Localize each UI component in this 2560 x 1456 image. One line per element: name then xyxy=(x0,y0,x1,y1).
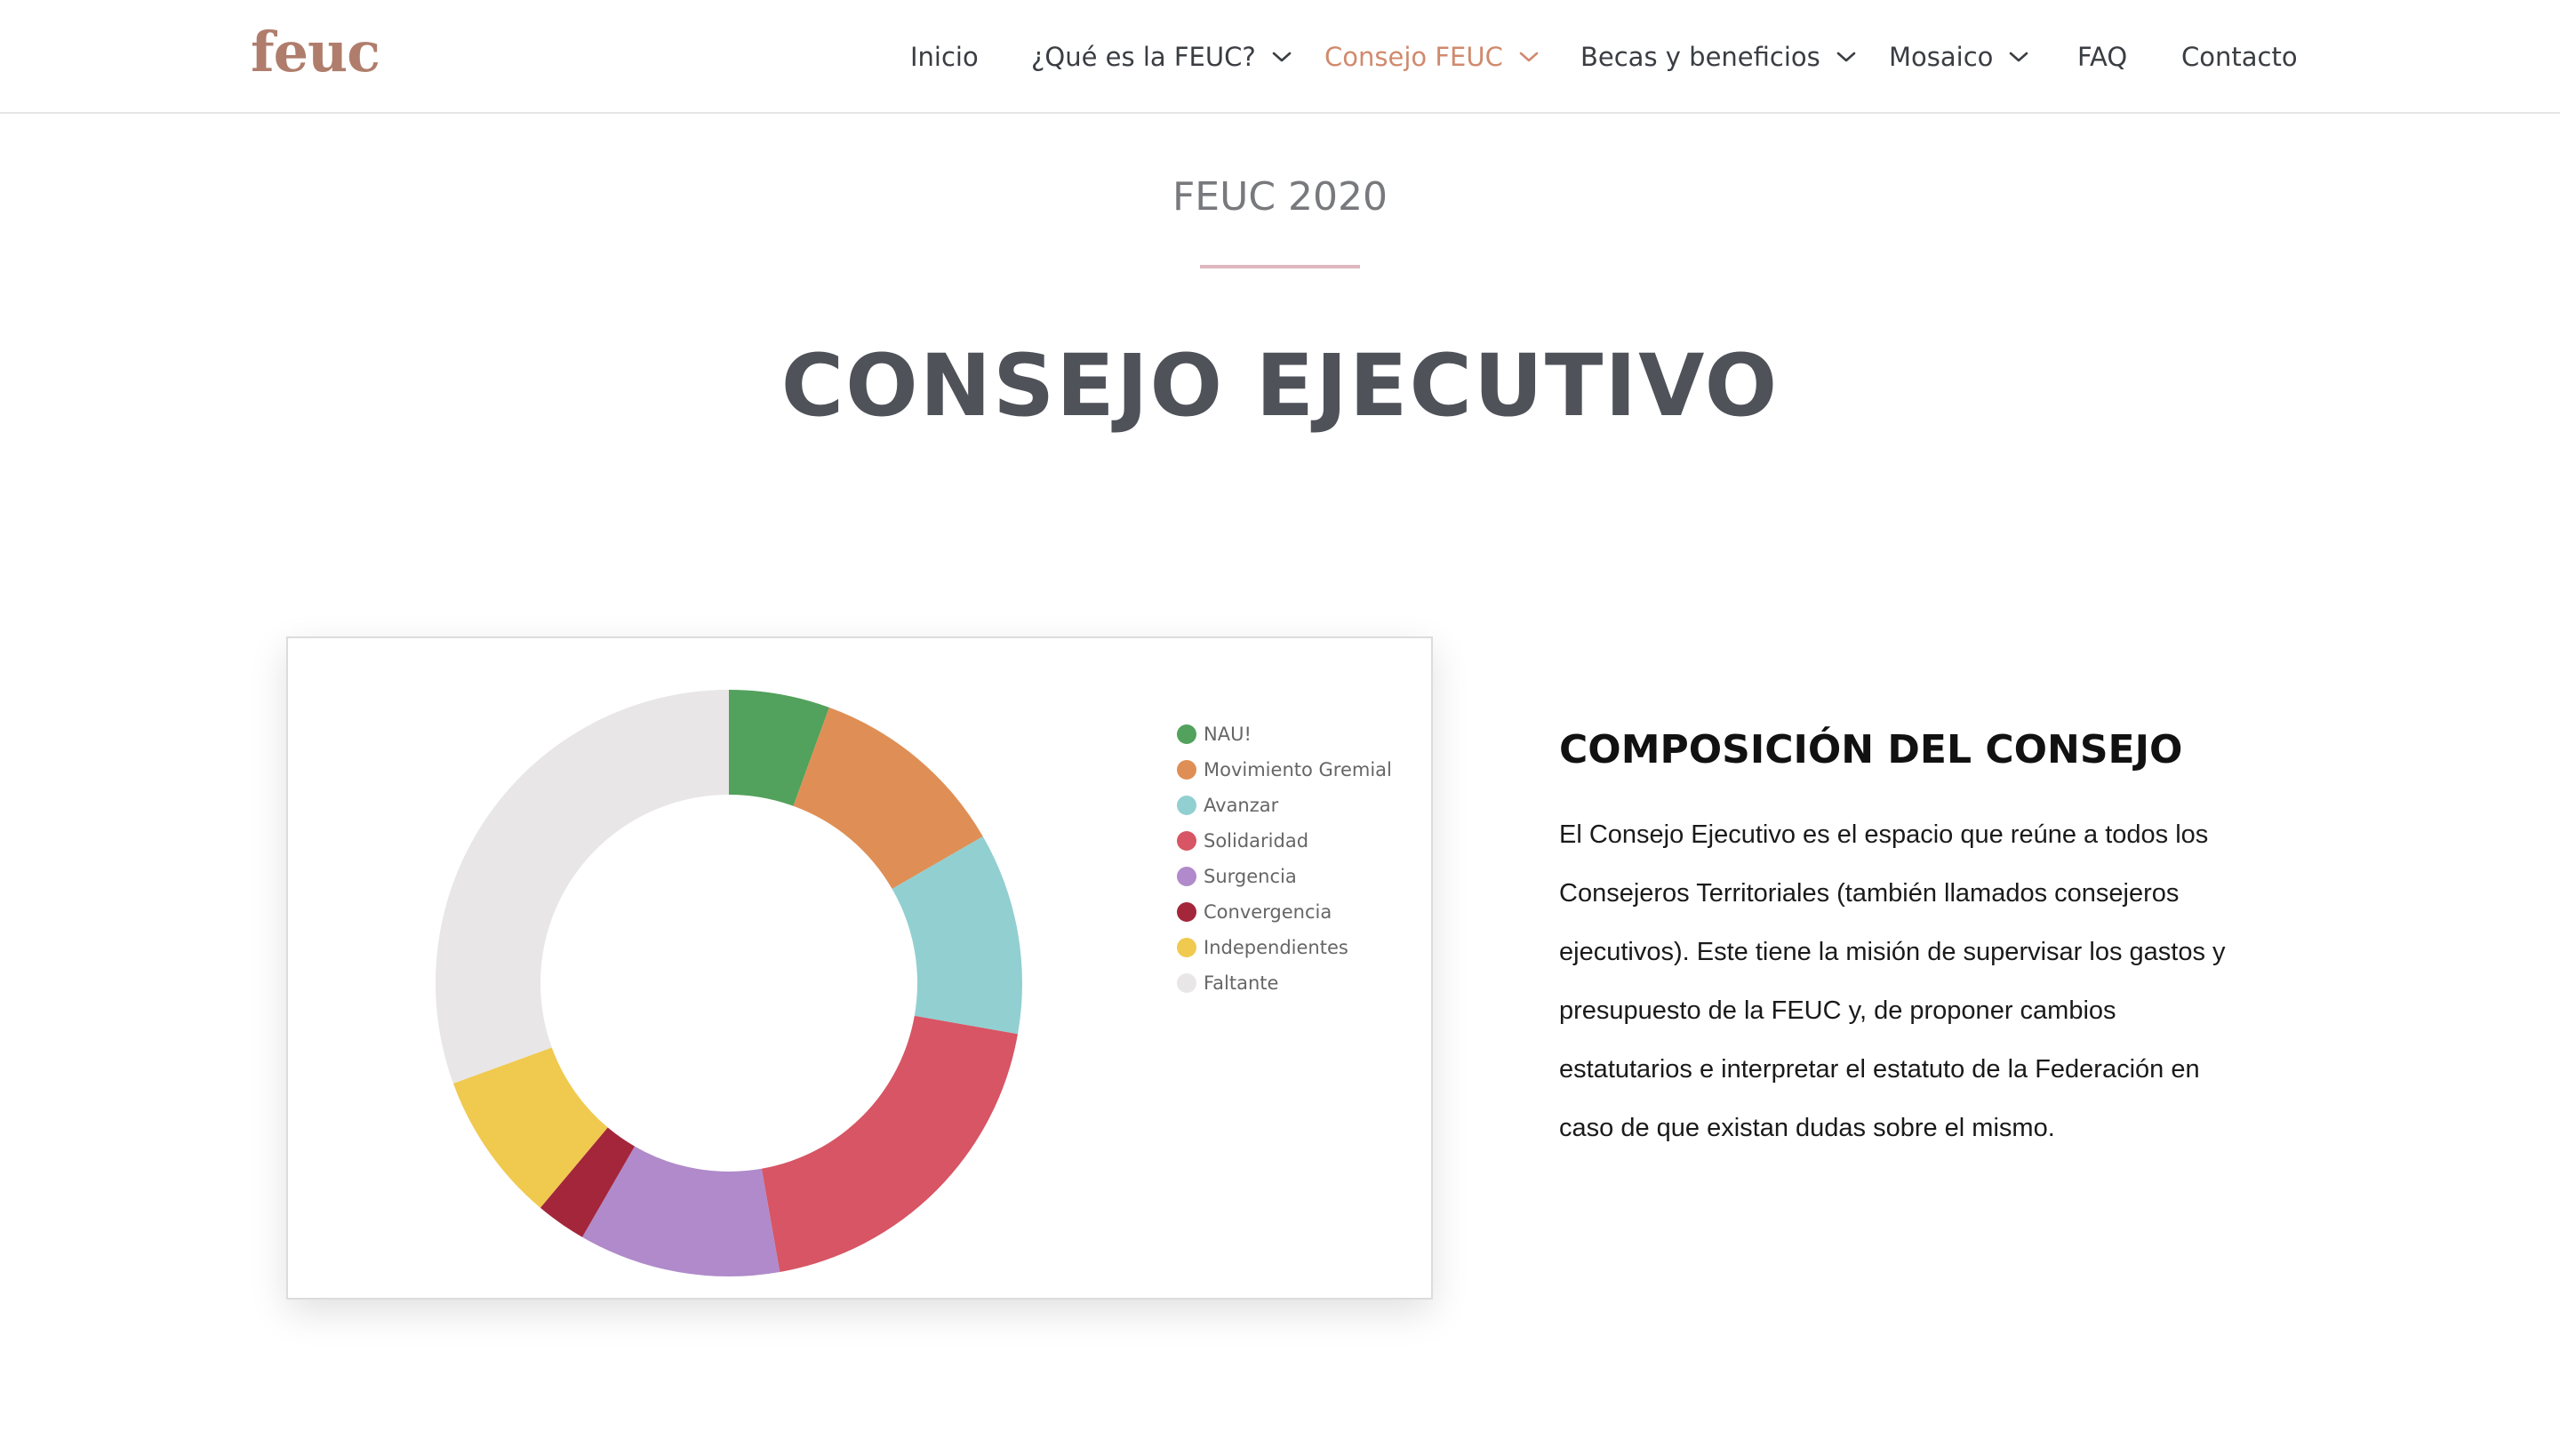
legend-label: Convergencia xyxy=(1204,901,1332,923)
composition-description: El Consejo Ejecutivo es el espacio que r… xyxy=(1559,820,2226,1142)
legend-swatch xyxy=(1177,973,1196,993)
chevron-down-icon xyxy=(1272,51,1292,63)
legend-swatch xyxy=(1177,902,1196,922)
legend-swatch xyxy=(1177,867,1196,886)
legend-item[interactable]: NAU! xyxy=(1177,716,1392,752)
legend-swatch xyxy=(1177,760,1196,780)
legend-label: Faltante xyxy=(1204,972,1279,994)
chevron-down-icon xyxy=(1519,51,1539,63)
composition-heading: COMPOSICIÓN DEL CONSEJO xyxy=(1559,727,2183,772)
legend-swatch xyxy=(1177,831,1196,851)
legend-label: Solidaridad xyxy=(1204,830,1309,852)
page-subtitle: FEUC 2020 xyxy=(1172,174,1388,220)
legend-label: Movimiento Gremial xyxy=(1204,759,1392,780)
nav-item-label: Contacto xyxy=(2181,42,2298,72)
nav-item-becas-beneficios[interactable]: Becas y beneficios xyxy=(1580,36,1856,78)
legend-label: Avanzar xyxy=(1204,795,1279,816)
nav-item-inicio[interactable]: Inicio xyxy=(910,36,979,78)
main-nav: Inicio ¿Qué es la FEUC? Consejo FEUC Becas … xyxy=(0,0,2560,114)
page-title: CONSEJO EJECUTIVO xyxy=(780,336,1780,436)
nav-item-label: Consejo FEUC xyxy=(1324,42,1503,72)
legend-item[interactable]: Independientes xyxy=(1177,930,1392,965)
legend-swatch xyxy=(1177,938,1196,957)
nav-item-label: ¿Qué es la FEUC? xyxy=(1031,42,1256,72)
legend-item[interactable]: Avanzar xyxy=(1177,788,1392,823)
nav-item-mosaico[interactable]: Mosaico xyxy=(1889,36,2028,78)
chart-card: NAU! Movimiento Gremial Avanzar Solidaridad… xyxy=(286,636,1433,1300)
legend-swatch xyxy=(1177,724,1196,744)
chart-legend: NAU! Movimiento Gremial Avanzar Solidaridad… xyxy=(1177,716,1392,1001)
legend-label: Surgencia xyxy=(1204,866,1297,887)
legend-item[interactable]: Faltante xyxy=(1177,965,1392,1001)
donut-slice-7[interactable] xyxy=(435,690,729,1084)
nav-item-faq[interactable]: FAQ xyxy=(2077,36,2127,78)
nav-item-label: Mosaico xyxy=(1889,42,1994,72)
nav-item-label: Becas y beneficios xyxy=(1580,42,1820,72)
nav-item-consejo-feuc[interactable]: Consejo FEUC xyxy=(1324,36,1539,78)
title-divider xyxy=(1200,265,1360,268)
donut-slice-3[interactable] xyxy=(761,1015,1018,1272)
legend-swatch xyxy=(1177,796,1196,815)
legend-item[interactable]: Surgencia xyxy=(1177,859,1392,894)
nav-item-contacto[interactable]: Contacto xyxy=(2181,36,2298,78)
legend-item[interactable]: Convergencia xyxy=(1177,894,1392,930)
site-header: feuc Inicio ¿Qué es la FEUC? Consejo FEUC B… xyxy=(0,0,2560,114)
nav-item-que-es-feuc[interactable]: ¿Qué es la FEUC? xyxy=(1031,36,1292,78)
chevron-down-icon xyxy=(2009,51,2028,63)
nav-item-label: FAQ xyxy=(2077,42,2128,72)
legend-item[interactable]: Movimiento Gremial xyxy=(1177,752,1392,788)
nav-item-label: Inicio xyxy=(910,42,979,72)
chevron-down-icon xyxy=(1836,51,1856,63)
legend-label: Independientes xyxy=(1204,937,1348,958)
legend-label: NAU! xyxy=(1204,724,1252,745)
legend-item[interactable]: Solidaridad xyxy=(1177,823,1392,859)
